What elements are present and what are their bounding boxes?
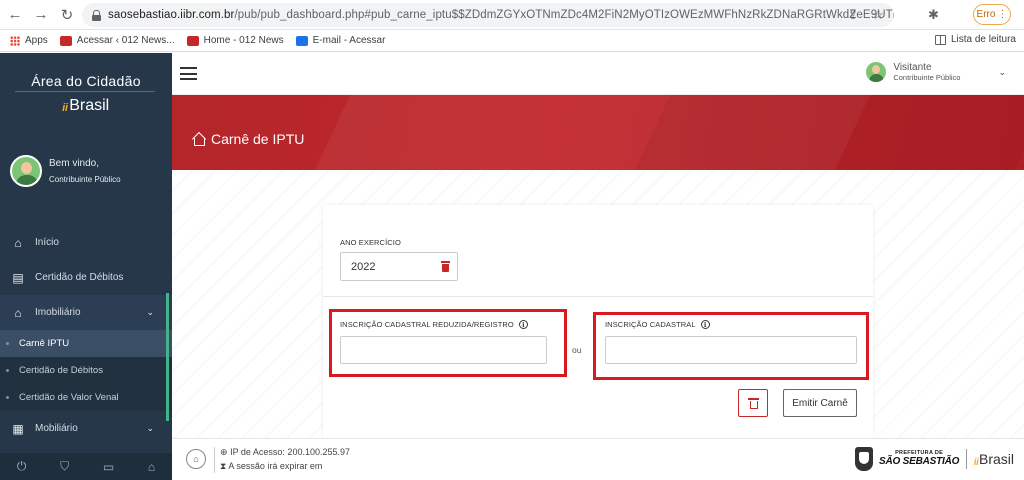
year-value: 2022 bbox=[351, 260, 376, 273]
address-bar[interactable]: saosebastiao.iibr.com.br/pub/pub_dashboa… bbox=[82, 3, 894, 27]
reload-icon[interactable]: ↻ bbox=[56, 4, 78, 26]
trash-icon bbox=[748, 398, 759, 409]
reading-list-icon bbox=[934, 34, 946, 45]
site-favicon-icon bbox=[186, 35, 199, 46]
ip-address: ⊕ IP de Acesso: 200.100.255.97 bbox=[220, 447, 350, 457]
sidebar-item-imobiliario[interactable]: ⌂ Imobiliário ⌄ bbox=[0, 295, 172, 330]
clear-button[interactable] bbox=[738, 389, 768, 417]
session-timer: ⧗ A sessão irá expirar em bbox=[220, 461, 323, 471]
document-icon: ▤ bbox=[12, 270, 24, 285]
star-icon[interactable]: ☆ bbox=[872, 7, 884, 23]
bookmark-012-news-login[interactable]: Acessar ‹ 012 News... bbox=[59, 35, 175, 46]
trash-icon[interactable] bbox=[441, 261, 450, 272]
building-icon: ▦ bbox=[12, 421, 24, 436]
globe-icon: ⊕ bbox=[220, 447, 228, 457]
divider bbox=[966, 449, 968, 469]
reduced-registration-input[interactable] bbox=[340, 336, 547, 364]
city-crest-icon bbox=[854, 447, 873, 471]
sidebar-item-certidao-debitos[interactable]: ▤ Certidão de Débitos bbox=[0, 260, 172, 295]
sidebar-footer: ⏻ ⛉ ▭ ⌂ bbox=[0, 453, 172, 480]
sidebar: Área do Cidadão ᵢᵢBrasil Bem vindo, Cont… bbox=[0, 53, 172, 480]
chevron-down-icon: ⌄ bbox=[146, 307, 154, 317]
cadastral-registration-input[interactable] bbox=[605, 336, 857, 364]
apps-grid-icon bbox=[10, 35, 20, 46]
home-icon[interactable]: ⌂ bbox=[148, 460, 155, 474]
site-favicon-icon bbox=[59, 35, 72, 46]
page-title: Carnê de IPTU bbox=[192, 131, 304, 147]
shield-icon[interactable]: ⛉ bbox=[60, 459, 69, 474]
emit-carne-button[interactable]: Emitir Carnê bbox=[783, 389, 857, 417]
user-info: Bem vindo, Contribuinte Público bbox=[10, 155, 121, 187]
reading-list[interactable]: Lista de leitura bbox=[934, 34, 1016, 45]
footer: ⌂ ⊕ IP de Acesso: 200.100.255.97 ⧗ A ses… bbox=[172, 438, 1024, 480]
lock-icon[interactable]: ⌂ bbox=[186, 449, 206, 469]
bookmark-email[interactable]: E-mail - Acessar bbox=[295, 35, 385, 46]
chevron-down-icon: ⌄ bbox=[998, 66, 1006, 77]
page-banner: Carnê de IPTU bbox=[172, 95, 1024, 170]
submenu-item-certidao-debitos[interactable]: Certidão de Débitos bbox=[0, 357, 172, 384]
scroll-indicator[interactable] bbox=[166, 293, 169, 421]
welcome-text: Bem vindo, bbox=[49, 158, 100, 169]
top-bar: Visitante Contribuinte Público ⌄ bbox=[172, 53, 1024, 95]
brand-logo: ᵢᵢBrasil bbox=[62, 97, 110, 114]
visitor-role: Contribuinte Público bbox=[893, 72, 961, 82]
reduced-registration-label: INSCRIÇÃO CADASTRAL REDUZIDA/REGISTRO i bbox=[340, 320, 528, 329]
sidebar-item-inicio[interactable]: ⌂ Início bbox=[0, 225, 172, 260]
home-icon: ⌂ bbox=[14, 305, 22, 320]
sidebar-menu: ⌂ Início ▤ Certidão de Débitos ⌂ Imobili… bbox=[0, 225, 172, 446]
divider bbox=[214, 447, 215, 473]
hourglass-icon: ⧗ bbox=[220, 461, 227, 471]
error-button[interactable]: Erro ⋮ bbox=[973, 4, 1011, 25]
brasil-mark-icon: ᵢᵢ bbox=[62, 97, 69, 114]
footer-brand: PREFEITURA DE SÃO SEBASTIÃO ᵢᵢBrasil bbox=[854, 447, 1014, 471]
submenu-imobiliario: Carnê IPTU Certidão de Débitos Certidão … bbox=[0, 330, 172, 411]
forward-icon[interactable]: → bbox=[30, 4, 52, 26]
back-icon[interactable]: ← bbox=[4, 4, 26, 26]
brand-logo: ᵢᵢBrasil bbox=[974, 451, 1014, 467]
user-menu[interactable]: Visitante Contribuinte Público ⌄ bbox=[865, 61, 1006, 83]
bookmarks-bar: Apps Acessar ‹ 012 News... Home - 012 Ne… bbox=[0, 30, 1024, 52]
or-text: ou bbox=[572, 345, 582, 355]
mail-icon bbox=[295, 35, 308, 46]
extensions-icon[interactable]: ✱ bbox=[928, 7, 939, 23]
home-icon: ⌂ bbox=[14, 235, 22, 250]
city-name: SÃO SEBASTIÃO bbox=[878, 455, 960, 467]
avatar bbox=[865, 61, 888, 83]
visitor-name: Visitante bbox=[893, 61, 932, 73]
info-icon[interactable]: i bbox=[700, 320, 710, 329]
sidebar-title: Área do Cidadão bbox=[31, 73, 141, 89]
avatar bbox=[10, 155, 42, 187]
chevron-down-icon: ⌄ bbox=[146, 423, 154, 433]
submenu-item-carne-iptu[interactable]: Carnê IPTU bbox=[0, 330, 172, 357]
lock-icon bbox=[92, 9, 102, 21]
sidebar-item-mobiliario[interactable]: ▦ Mobiliário ⌄ bbox=[0, 411, 172, 446]
year-label: ANO EXERCÍCIO bbox=[340, 238, 401, 247]
cadastral-registration-label: INSCRIÇÃO CADASTRAL i bbox=[605, 320, 710, 329]
bookmark-apps[interactable]: Apps bbox=[10, 35, 48, 46]
submenu-item-valor-venal[interactable]: Certidão de Valor Venal bbox=[0, 384, 172, 411]
share-icon[interactable]: ⇪ bbox=[847, 7, 858, 23]
iptu-form-card: ANO EXERCÍCIO 2022 INSCRIÇÃO CADASTRAL R… bbox=[323, 205, 873, 438]
home-icon bbox=[192, 133, 205, 146]
url-text: saosebastiao.iibr.com.br/pub/pub_dashboa… bbox=[108, 9, 894, 21]
divider bbox=[323, 296, 873, 297]
divider bbox=[15, 91, 155, 92]
monitor-icon[interactable]: ▭ bbox=[103, 460, 114, 474]
year-select[interactable]: 2022 bbox=[340, 252, 458, 281]
user-role: Contribuinte Público bbox=[49, 175, 121, 184]
bookmark-012-news-home[interactable]: Home - 012 News bbox=[186, 35, 284, 46]
power-icon[interactable]: ⏻ bbox=[17, 459, 27, 474]
browser-toolbar: ← → ↻ saosebastiao.iibr.com.br/pub/pub_d… bbox=[0, 0, 1024, 30]
info-icon[interactable]: i bbox=[518, 320, 528, 329]
menu-toggle-icon[interactable] bbox=[180, 67, 197, 80]
